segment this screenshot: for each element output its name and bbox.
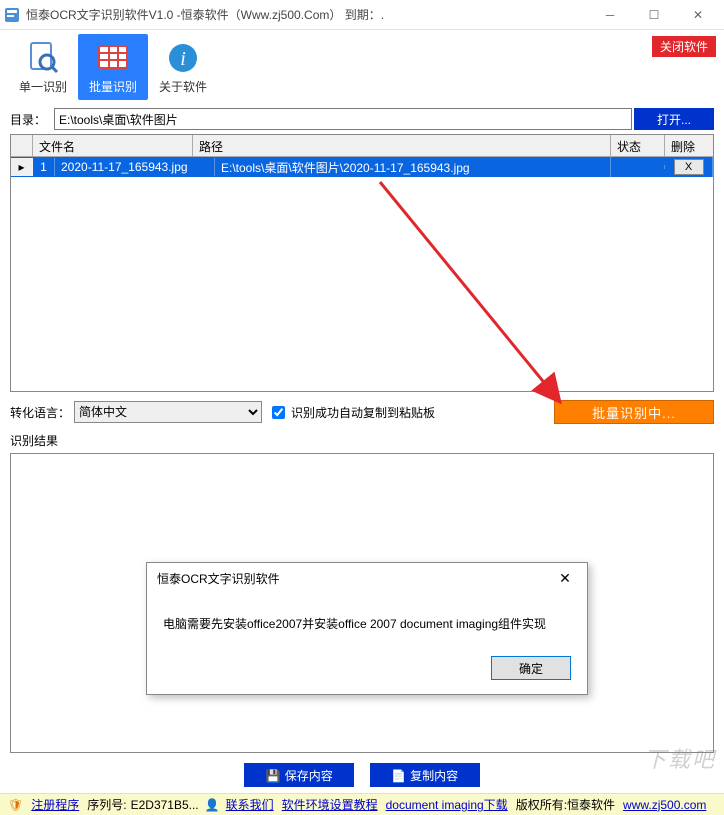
grid-header-indicator bbox=[11, 135, 33, 156]
save-content-button[interactable]: 💾保存内容 bbox=[244, 763, 354, 787]
grid-doc-icon bbox=[95, 40, 131, 76]
info-icon: i bbox=[165, 40, 201, 76]
batch-recognize-label: 批量识别 bbox=[89, 78, 137, 95]
language-row: 转化语言： 简体中文 识别成功自动复制到粘贴板 批量识别中... bbox=[10, 400, 714, 424]
directory-input[interactable] bbox=[54, 108, 632, 130]
bottom-buttons: 💾保存内容 📄复制内容 bbox=[0, 757, 724, 793]
contact-link[interactable]: 联系我们 bbox=[226, 796, 274, 813]
close-software-button[interactable]: 关闭软件 bbox=[652, 36, 716, 57]
grid-header-state[interactable]: 状态 bbox=[611, 135, 665, 156]
dialog-titlebar: 恒泰OCR文字识别软件 ✕ bbox=[147, 563, 587, 593]
about-button[interactable]: i 关于软件 bbox=[148, 34, 218, 100]
table-row[interactable]: ▸ 1 2020-11-17_165943.jpg E:\tools\桌面\软件… bbox=[11, 157, 713, 177]
grid-header-filename[interactable]: 文件名 bbox=[33, 135, 193, 156]
close-button[interactable]: ✕ bbox=[676, 1, 720, 29]
row-number: 1 bbox=[33, 158, 55, 176]
dialog-title: 恒泰OCR文字识别软件 bbox=[157, 570, 280, 587]
status-bar: 🛡 注册程序 序列号: E2D371B5... 👤 联系我们 软件环境设置教程 … bbox=[0, 793, 724, 815]
dialog-ok-button[interactable]: 确定 bbox=[491, 656, 571, 680]
single-recognize-label: 单一识别 bbox=[19, 78, 67, 95]
dialog-close-button[interactable]: ✕ bbox=[553, 570, 577, 587]
minimize-button[interactable]: ─ bbox=[588, 1, 632, 29]
window-title: 恒泰OCR文字识别软件V1.0 -恒泰软件（Www.zj500.Com） 到期：… bbox=[26, 6, 588, 23]
dialog-footer: 确定 bbox=[147, 646, 587, 694]
dialog-body: 电脑需要先安装office2007并安装office 2007 document… bbox=[147, 593, 587, 646]
grid-header-delete[interactable]: 删除 bbox=[665, 135, 713, 156]
batch-recognize-button[interactable]: 批量识别 bbox=[78, 34, 148, 100]
message-dialog: 恒泰OCR文字识别软件 ✕ 电脑需要先安装office2007并安装office… bbox=[146, 562, 588, 695]
row-state bbox=[611, 165, 665, 169]
batch-recognize-run-button[interactable]: 批量识别中... bbox=[554, 400, 714, 424]
svg-text:i: i bbox=[180, 48, 186, 70]
copy-icon: 📄 bbox=[391, 769, 406, 783]
owner-label: 版权所有:恒泰软件 bbox=[516, 796, 615, 813]
directory-label: 目录： bbox=[10, 111, 54, 128]
copy-content-button[interactable]: 📄复制内容 bbox=[370, 763, 480, 787]
grid-header: 文件名 路径 状态 删除 bbox=[11, 135, 713, 157]
auto-copy-checkbox[interactable] bbox=[272, 406, 285, 419]
row-delete-button[interactable]: X bbox=[674, 159, 704, 175]
docimaging-download-link[interactable]: document imaging下载 bbox=[386, 796, 508, 813]
language-select[interactable]: 简体中文 bbox=[74, 401, 262, 423]
env-tutorial-link[interactable]: 软件环境设置教程 bbox=[282, 796, 378, 813]
auto-copy-label: 识别成功自动复制到粘贴板 bbox=[291, 404, 435, 421]
row-path: E:\tools\桌面\软件图片\2020-11-17_165943.jpg bbox=[215, 157, 611, 178]
grid-header-path[interactable]: 路径 bbox=[193, 135, 611, 156]
row-indicator-icon: ▸ bbox=[11, 158, 33, 176]
file-grid: 文件名 路径 状态 删除 ▸ 1 2020-11-17_165943.jpg E… bbox=[10, 134, 714, 392]
serial-number: E2D371B5... bbox=[131, 798, 199, 812]
single-recognize-button[interactable]: 单一识别 bbox=[8, 34, 78, 100]
titlebar: 恒泰OCR文字识别软件V1.0 -恒泰软件（Www.zj500.Com） 到期：… bbox=[0, 0, 724, 30]
user-icon: 👤 bbox=[205, 798, 220, 812]
maximize-button[interactable]: ☐ bbox=[632, 1, 676, 29]
about-label: 关于软件 bbox=[159, 78, 207, 95]
open-directory-button[interactable]: 打开... bbox=[634, 108, 714, 130]
save-icon: 💾 bbox=[266, 769, 281, 783]
shield-icon: 🛡 bbox=[8, 798, 23, 812]
language-label: 转化语言： bbox=[10, 404, 74, 421]
toolbar: 单一识别 批量识别 i 关于软件 关闭软件 bbox=[0, 30, 724, 104]
app-icon bbox=[4, 7, 20, 23]
row-delete-cell: X bbox=[665, 157, 713, 177]
register-link[interactable]: 注册程序 bbox=[31, 796, 79, 813]
magnifier-doc-icon bbox=[25, 40, 61, 76]
website-link[interactable]: www.zj500.com bbox=[623, 798, 706, 812]
serial-label: 序列号: bbox=[87, 796, 126, 813]
result-label: 识别结果 bbox=[10, 432, 714, 449]
directory-row: 目录： 打开... bbox=[10, 108, 714, 130]
row-filename: 2020-11-17_165943.jpg bbox=[55, 158, 215, 176]
